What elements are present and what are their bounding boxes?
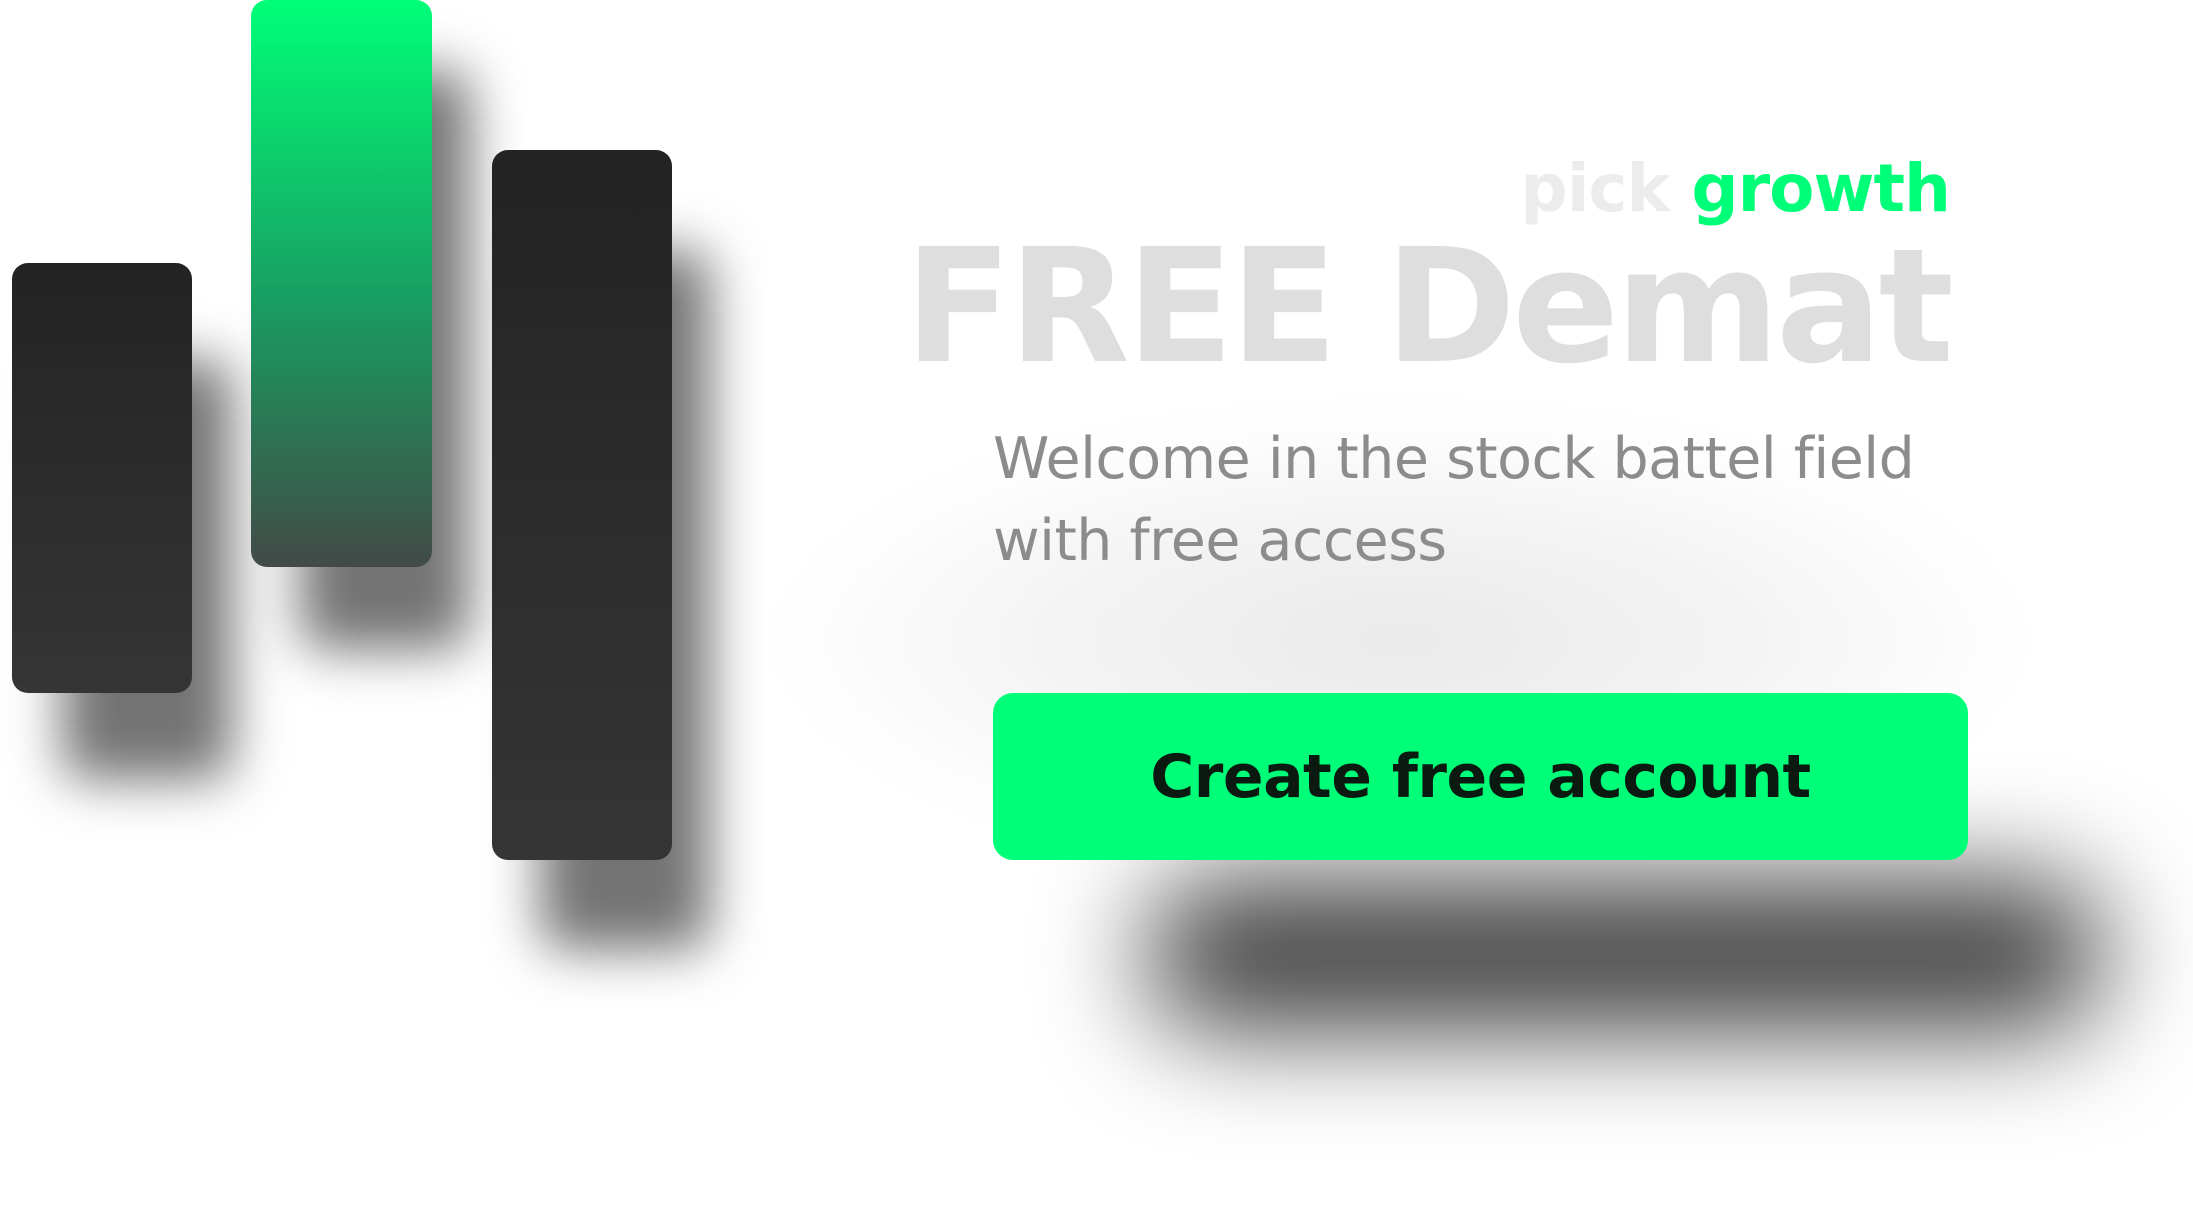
create-account-label: Create free account <box>1150 741 1811 812</box>
candle-bar-middle <box>251 0 432 567</box>
candle-bar-left-fill <box>12 263 192 693</box>
candle-bar-middle-fill <box>251 0 432 567</box>
candle-bar-left <box>12 263 192 693</box>
cta-shadow <box>1150 880 2100 1030</box>
hero-subtitle: Welcome in the stock battel field with f… <box>993 426 1915 574</box>
create-account-button[interactable]: Create free account <box>993 693 1968 860</box>
candle-bar-right-fill <box>492 150 672 860</box>
candle-bar-right <box>492 150 672 860</box>
hero-headline: FREE Demat <box>904 215 1954 399</box>
